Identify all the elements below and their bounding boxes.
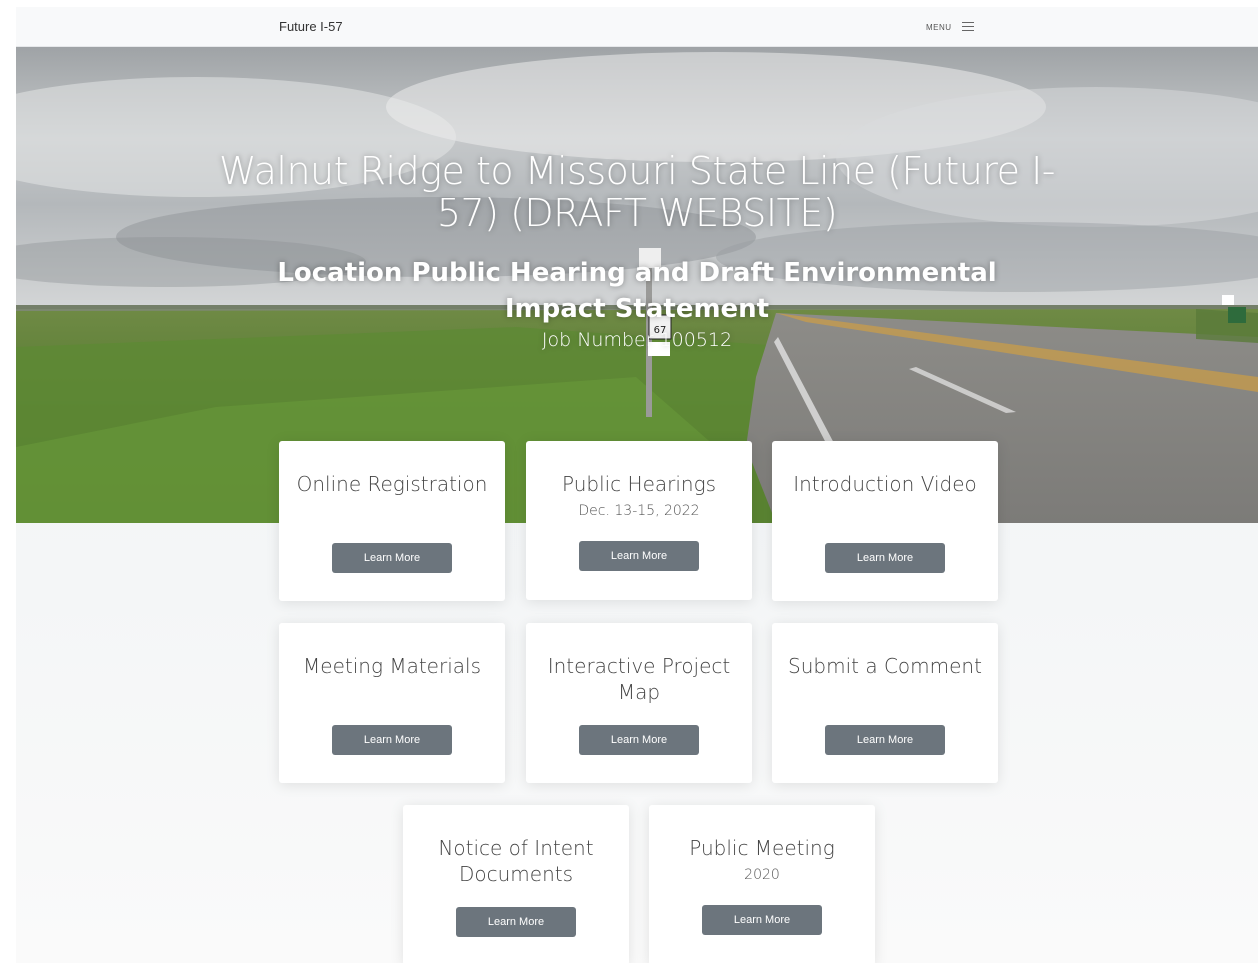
card-title: Introduction Video: [793, 472, 977, 496]
card-submit-a-comment: Submit a Comment Learn More: [772, 623, 998, 783]
learn-more-button[interactable]: Learn More: [579, 541, 699, 571]
hamburger-icon: [961, 22, 974, 32]
card-public-hearings: Public Hearings Dec. 13-15, 2022 Learn M…: [526, 441, 752, 600]
card-introduction-video: Introduction Video Learn More: [772, 441, 998, 601]
card-title: Notice of Intent Documents: [438, 836, 594, 886]
learn-more-button[interactable]: Learn More: [825, 543, 945, 573]
card-online-registration: Online Registration Learn More: [279, 441, 505, 601]
brand-link[interactable]: Future I-57: [279, 19, 343, 34]
card-public-meeting: Public Meeting 2020 Learn More: [649, 805, 875, 963]
learn-more-button[interactable]: Learn More: [702, 905, 822, 935]
card-date: 2020: [744, 867, 780, 883]
job-number: Job Number 100512: [541, 329, 733, 351]
learn-more-button[interactable]: Learn More: [456, 907, 576, 937]
card-title: Submit a Comment: [788, 654, 982, 678]
card-title: Public Meeting: [689, 836, 835, 860]
hero-subtitle: Location Public Hearing and Draft Enviro…: [277, 258, 997, 324]
hero-title: Walnut Ridge to Missouri State Line (Fut…: [218, 149, 1056, 235]
menu-label: MENU: [926, 22, 952, 32]
card-date: Dec. 13-15, 2022: [578, 503, 700, 519]
card-title: Online Registration: [296, 472, 488, 496]
learn-more-button[interactable]: Learn More: [579, 725, 699, 755]
card-interactive-project-map: Interactive Project Map Learn More: [526, 623, 752, 783]
learn-more-button[interactable]: Learn More: [825, 725, 945, 755]
menu-toggle-button[interactable]: MENU: [926, 17, 996, 37]
card-title: Meeting Materials: [303, 654, 481, 678]
card-title: Interactive Project Map: [547, 654, 731, 704]
page-frame: Future I-57 MENU 67 Walnut Ridge to Miss…: [16, 7, 1258, 963]
learn-more-button[interactable]: Learn More: [332, 543, 452, 573]
learn-more-button[interactable]: Learn More: [332, 725, 452, 755]
card-notice-of-intent-documents: Notice of Intent Documents Learn More: [403, 805, 629, 963]
card-title: Public Hearings: [561, 472, 717, 496]
card-meeting-materials: Meeting Materials Learn More: [279, 623, 505, 783]
top-navbar: Future I-57 MENU: [16, 7, 1258, 47]
